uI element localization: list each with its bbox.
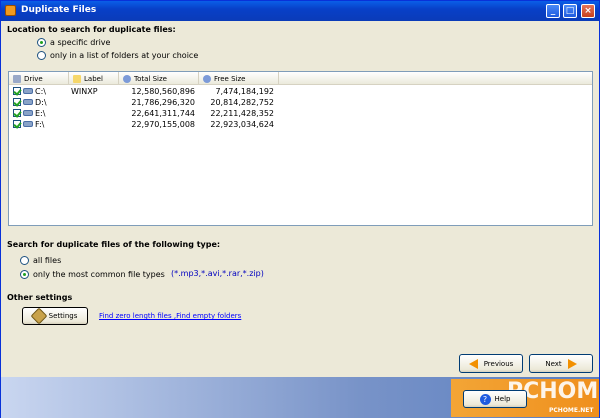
arrow-right-icon bbox=[567, 358, 577, 369]
label-icon bbox=[73, 74, 81, 83]
drive-checkbox[interactable] bbox=[13, 87, 21, 95]
cell-label: WINXP bbox=[71, 87, 98, 96]
settings-button-label: Settings bbox=[48, 312, 78, 320]
cell-total-size: 12,580,560,896 bbox=[131, 87, 195, 96]
cell-drive: C:\ bbox=[35, 87, 46, 96]
drive-icon bbox=[23, 99, 33, 105]
drive-icon bbox=[23, 121, 33, 127]
next-button[interactable]: Next bbox=[529, 354, 593, 373]
column-drive[interactable]: Drive bbox=[9, 72, 69, 85]
cell-free-size: 22,923,034,624 bbox=[210, 120, 274, 129]
column-label[interactable]: Label bbox=[69, 72, 119, 85]
drive-list-header: Drive Label Total Size Free Size bbox=[9, 72, 592, 85]
radio-selected-icon bbox=[20, 270, 29, 279]
radio-label: a specific drive bbox=[50, 38, 111, 47]
duplicate-files-window: Duplicate Files _ □ × Location to search… bbox=[0, 0, 600, 418]
filetype-label: Search for duplicate files of the follow… bbox=[7, 240, 221, 249]
cell-total-size: 22,970,155,008 bbox=[131, 120, 195, 129]
column-header-text: Total Size bbox=[134, 74, 167, 83]
previous-button[interactable]: Previous bbox=[459, 354, 523, 373]
cell-drive: D:\ bbox=[35, 98, 47, 107]
drive-checkbox[interactable] bbox=[13, 98, 21, 106]
radio-label: only the most common file types bbox=[33, 270, 165, 279]
close-button[interactable]: × bbox=[581, 4, 595, 18]
radio-common-types[interactable]: only the most common file types bbox=[20, 270, 165, 279]
location-label: Location to search for duplicate files: bbox=[7, 25, 176, 34]
find-empty-link[interactable]: Find zero length files ,Find empty folde… bbox=[99, 312, 241, 320]
radio-label: all files bbox=[33, 256, 62, 265]
table-row[interactable]: D:\ 21,786,296,320 20,814,282,752 bbox=[9, 97, 592, 108]
cell-free-size: 20,814,282,752 bbox=[210, 98, 274, 107]
radio-unselected-icon bbox=[20, 256, 29, 265]
radio-label: only in a list of folders at your choice bbox=[50, 51, 199, 60]
drive-checkbox[interactable] bbox=[13, 109, 21, 117]
column-free-size[interactable]: Free Size bbox=[199, 72, 279, 85]
cell-free-size: 22,211,428,352 bbox=[210, 109, 274, 118]
cell-free-size: 7,474,184,192 bbox=[215, 87, 274, 96]
help-button-label: Help bbox=[494, 395, 511, 403]
cell-drive: E:\ bbox=[35, 109, 46, 118]
watermark-url: PCHOME.NET bbox=[549, 407, 594, 414]
drive-icon bbox=[23, 88, 33, 94]
settings-button[interactable]: Settings bbox=[22, 307, 88, 325]
radio-folder-list[interactable]: only in a list of folders at your choice bbox=[37, 51, 198, 60]
previous-button-label: Previous bbox=[483, 359, 514, 368]
radio-unselected-icon bbox=[37, 51, 46, 60]
column-header-text: Drive bbox=[24, 74, 43, 83]
table-row[interactable]: E:\ 22,641,311,744 22,211,428,352 bbox=[9, 108, 592, 119]
drive-list[interactable]: Drive Label Total Size Free Size C:\ WIN… bbox=[8, 71, 593, 226]
extensions-note: (*.mp3,*.avi,*.rar,*.zip) bbox=[171, 269, 264, 278]
app-icon bbox=[5, 5, 16, 16]
radio-specific-drive[interactable]: a specific drive bbox=[37, 38, 110, 47]
radio-selected-icon bbox=[37, 38, 46, 47]
arrow-left-icon bbox=[468, 358, 478, 369]
help-button[interactable]: ? Help bbox=[463, 390, 527, 408]
radio-all-files[interactable]: all files bbox=[20, 256, 61, 265]
window-title: Duplicate Files bbox=[21, 5, 97, 15]
cell-drive: F:\ bbox=[35, 120, 45, 129]
table-row[interactable]: F:\ 22,970,155,008 22,923,034,624 bbox=[9, 119, 592, 130]
column-total-size[interactable]: Total Size bbox=[119, 72, 199, 85]
drive-checkbox[interactable] bbox=[13, 120, 21, 128]
next-button-label: Next bbox=[545, 359, 562, 368]
other-settings-label: Other settings bbox=[7, 293, 73, 302]
cell-total-size: 22,641,311,744 bbox=[131, 109, 195, 118]
drive-icon bbox=[13, 74, 21, 83]
wrench-icon bbox=[30, 307, 48, 325]
table-row[interactable]: C:\ WINXP 12,580,560,896 7,474,184,192 bbox=[9, 86, 592, 97]
disk-icon bbox=[203, 74, 211, 83]
column-header-text: Free Size bbox=[214, 74, 246, 83]
maximize-button[interactable]: □ bbox=[563, 4, 577, 18]
cell-total-size: 21,786,296,320 bbox=[131, 98, 195, 107]
title-bar[interactable]: Duplicate Files _ □ × bbox=[1, 1, 599, 21]
question-icon: ? bbox=[479, 393, 491, 405]
column-header-text: Label bbox=[84, 74, 103, 83]
minimize-button[interactable]: _ bbox=[546, 4, 560, 18]
disk-icon bbox=[123, 74, 131, 83]
drive-icon bbox=[23, 110, 33, 116]
